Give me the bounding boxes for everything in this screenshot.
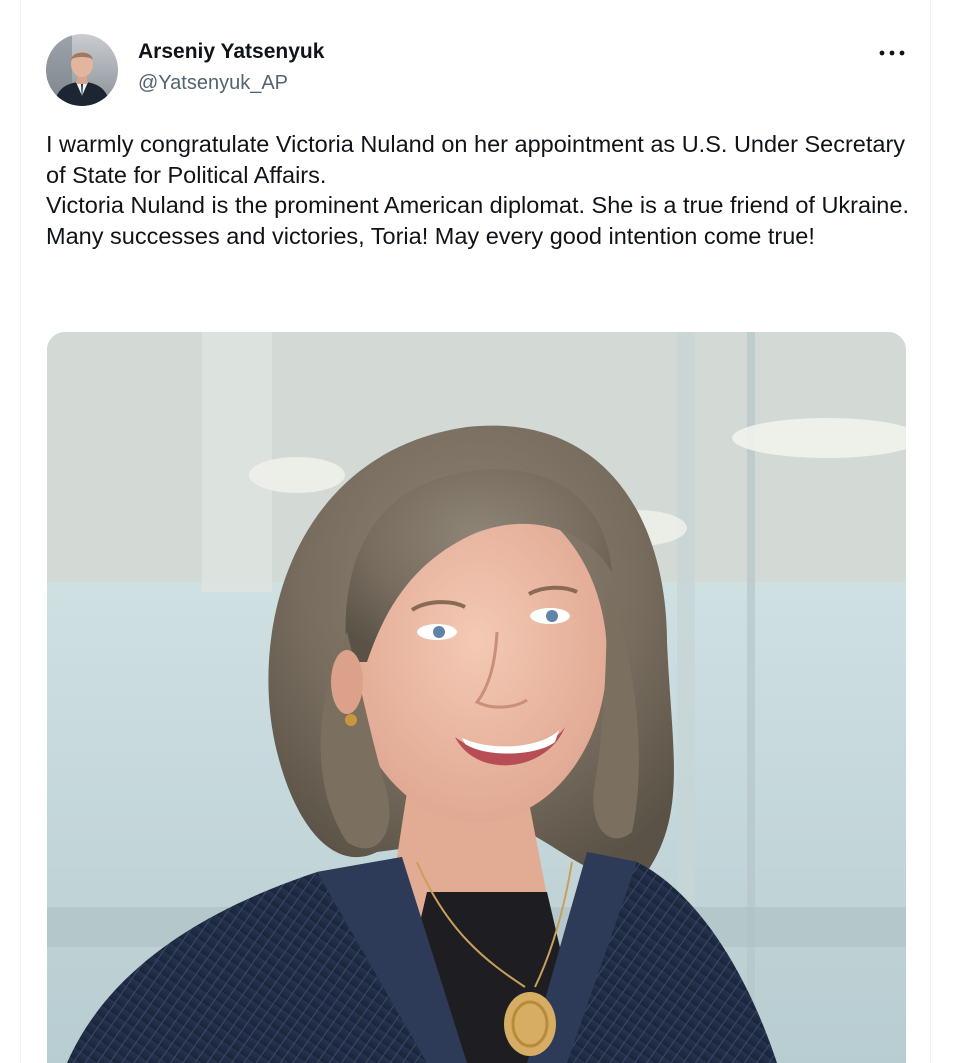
tweet-card: Arseniy Yatsenyuk @Yatsenyuk_AP I warmly… [0,0,956,1063]
timeline-divider-right [930,0,931,1063]
portrait-photo [47,332,906,1063]
avatar-photo [46,34,118,106]
tweet-text-line: Many successes and victories, Toria! May… [46,222,815,249]
more-horizontal-icon [879,50,905,56]
tweet-text-line: I warmly congratulate Victoria Nuland on… [46,131,906,188]
author-avatar[interactable] [46,34,118,106]
author-name[interactable]: Arseniy Yatsenyuk [138,40,324,64]
more-options-button[interactable] [872,36,912,70]
timeline-divider-left [20,0,21,1063]
tweet-text-line: Victoria Nuland is the prominent America… [46,192,909,219]
tweet-media-image[interactable] [47,332,906,1063]
author-handle[interactable]: @Yatsenyuk_AP [138,72,288,95]
tweet-text: I warmly congratulate Victoria Nuland on… [46,129,916,251]
